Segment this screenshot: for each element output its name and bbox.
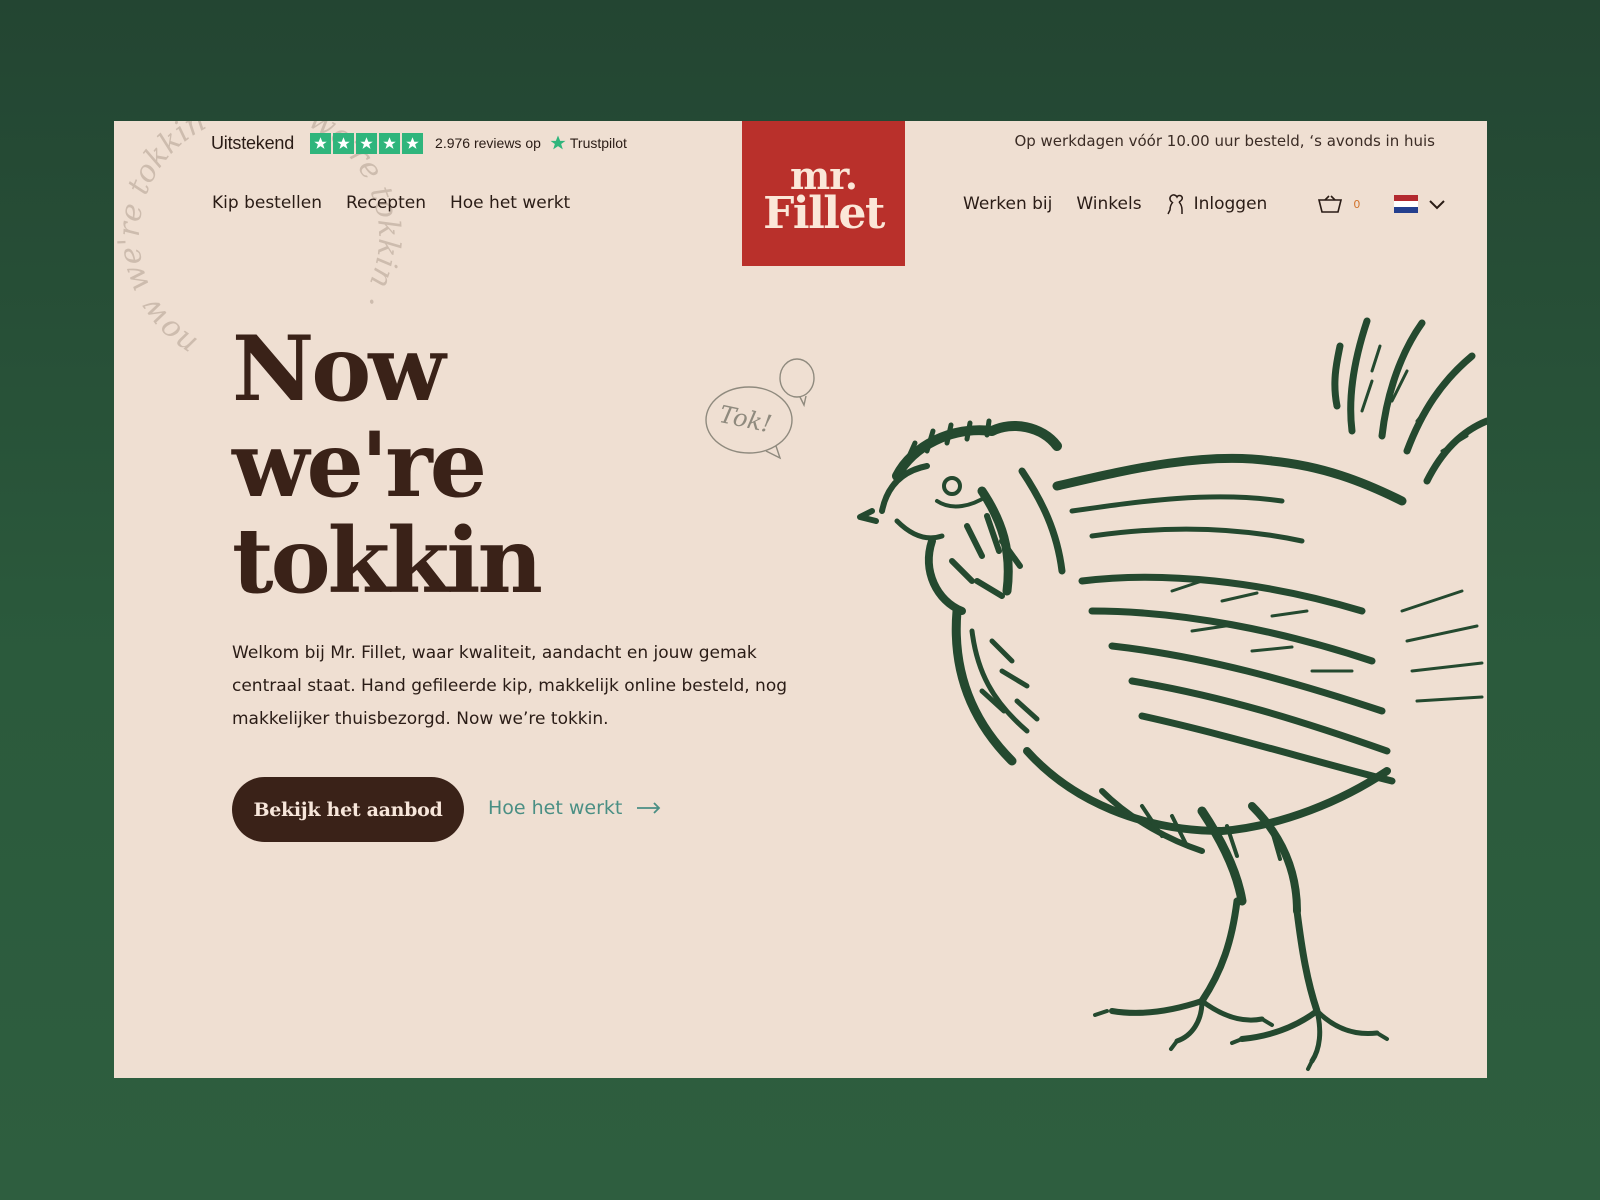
arrow-right-icon (637, 802, 661, 814)
trustpilot-star-icon (333, 132, 355, 154)
chevron-down-icon (1429, 200, 1446, 210)
how-it-works-link[interactable]: Hoe het werkt (488, 797, 662, 819)
web-page: now we're tokkin · now we're tokkin · Ui… (114, 121, 1487, 1078)
how-it-works-label: Hoe het werkt (488, 797, 623, 819)
hero-title: Now we're tokkin (232, 316, 543, 614)
tok-speech-bubble: Tok! (705, 358, 815, 460)
brand-logo[interactable]: mr. Fillet (742, 121, 905, 266)
login-label: Inloggen (1193, 194, 1268, 214)
trustpilot-star-icon (550, 135, 566, 150)
view-offer-button[interactable]: Bekijk het aanbod (232, 777, 464, 842)
cart-count: 0 (1353, 197, 1361, 211)
basket-icon (1318, 195, 1343, 213)
trustpilot-stars (310, 132, 424, 154)
trustpilot-brand: Trustpilot (569, 135, 627, 151)
trustpilot-star-icon (310, 132, 332, 154)
nav-kip-bestellen[interactable]: Kip bestellen (212, 193, 322, 213)
trustpilot-widget[interactable]: Uitstekend 2.976 reviews op Trustpilot (211, 131, 627, 155)
language-selector[interactable] (1394, 195, 1446, 213)
hero-title-line-3: tokkin (232, 508, 543, 614)
trustpilot-reviews-text: 2.976 reviews op (435, 135, 541, 151)
trustpilot-star-icon (402, 132, 424, 154)
user-icon (1166, 194, 1183, 215)
nl-flag-icon (1394, 195, 1419, 213)
hero-title-line-2: we're (232, 412, 487, 518)
trustpilot-star-icon (379, 132, 401, 154)
hero-title-line-1: Now (232, 316, 446, 422)
cart-button[interactable]: 0 (1317, 194, 1360, 214)
bubble-text: Tok! (717, 400, 774, 438)
trustpilot-star-icon (356, 132, 378, 154)
trustpilot-logo: Trustpilot (549, 134, 627, 152)
trustpilot-rating-label: Uitstekend (211, 132, 295, 153)
delivery-note: Op werkdagen vóór 10.00 uur besteld, ‘s … (1014, 132, 1435, 150)
hero-description: Welkom bij Mr. Fillet, waar kwaliteit, a… (232, 643, 788, 729)
nav-hoe-het-werkt[interactable]: Hoe het werkt (450, 193, 570, 213)
nav-werken-bij[interactable]: Werken bij (963, 194, 1052, 214)
utility-nav: Werken bij Winkels Inloggen 0 (963, 193, 1446, 215)
logo-line-2: Fillet (763, 187, 885, 239)
nav-recepten[interactable]: Recepten (346, 193, 426, 213)
main-nav: Kip bestellen Recepten Hoe het werkt (212, 193, 570, 213)
login-button[interactable]: Inloggen (1166, 193, 1292, 215)
chicken-illustration (857, 317, 1487, 1071)
nav-winkels[interactable]: Winkels (1076, 194, 1141, 214)
